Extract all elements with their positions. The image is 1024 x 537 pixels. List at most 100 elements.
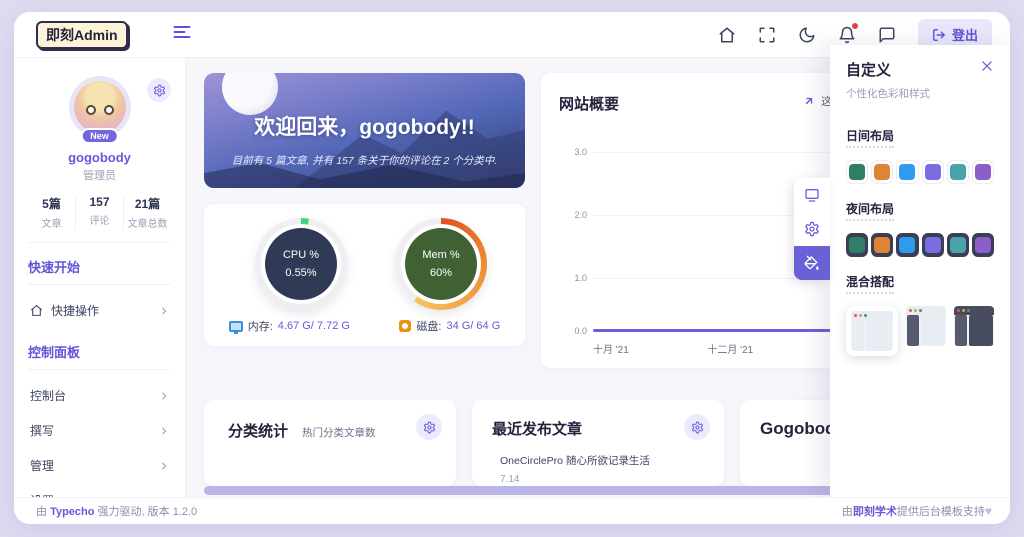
mix-layout-options: [846, 306, 994, 356]
night-swatch-blue[interactable]: [896, 233, 919, 257]
sidebar: New gogobody 管理员 5篇 文章 157 评论 21篇 文章总数 快…: [14, 58, 186, 508]
layout-monitor-button[interactable]: [794, 178, 830, 212]
stat-comments-label: 评论: [89, 216, 110, 227]
category-settings-gear-icon[interactable]: [416, 414, 442, 440]
welcome-banner: 欢迎回来，gogobody!! 目前有 5 篇文章, 并有 157 条关于你的评…: [204, 73, 525, 188]
disk-usage: 磁盘: 34 G/ 64 G: [399, 318, 500, 334]
mix-option-dark[interactable]: [954, 306, 994, 346]
messages-chat-icon[interactable]: [878, 26, 896, 44]
customize-drawer: 自定义 个性化色彩和样式 日间布局 夜间布局 混合搭配: [830, 45, 1010, 497]
notifications-bell-icon[interactable]: [838, 22, 858, 44]
welcome-title: 欢迎回来，gogobody!!: [254, 116, 475, 139]
stat-comments-value: 157: [89, 195, 110, 209]
sidebar-item-label: 控制台: [30, 389, 67, 403]
paint-bucket-button[interactable]: [794, 246, 830, 280]
sidebar-item-console[interactable]: 控制台: [28, 378, 171, 413]
sidebar-item-label: 管理: [30, 459, 55, 473]
day-swatch-green[interactable]: [846, 160, 869, 184]
home-icon[interactable]: [718, 26, 736, 44]
cpu-gauge: CPU % 0.55%: [246, 218, 356, 310]
day-swatch-purple[interactable]: [921, 160, 944, 184]
stat-articles-value: 5篇: [42, 197, 61, 211]
notification-dot: [851, 22, 858, 29]
chevron-right-icon: [159, 426, 169, 436]
y-tick: 0.0: [574, 326, 587, 336]
footer-powered-by: 由 Typecho 强力驱动, 版本 1.2.0: [36, 506, 198, 518]
memory-value: 4.67 G/ 7.72 G: [277, 320, 350, 332]
fullscreen-icon[interactable]: [758, 26, 776, 44]
day-swatch-violet[interactable]: [971, 160, 995, 184]
mix-option-light[interactable]: [846, 306, 898, 356]
y-tick: 1.0: [574, 273, 587, 283]
user-stats: 5篇 文章 157 评论 21篇 文章总数: [28, 195, 171, 243]
recent-post-item[interactable]: OneCirclePro 随心所欲记录生活: [472, 439, 724, 468]
category-card-subtitle: 热门分类文章数: [302, 427, 376, 439]
day-layout-title: 日间布局: [846, 127, 895, 148]
disk-label: 磁盘:: [416, 321, 442, 333]
close-icon[interactable]: [980, 59, 994, 73]
system-monitor-card: CPU % 0.55% Mem % 60% 内存: 4.67 G/ 7.72 G: [204, 204, 525, 346]
arrow-up-right-icon: [803, 95, 815, 107]
section-panel-title: 控制面板: [28, 342, 171, 370]
avatar[interactable]: New: [68, 76, 131, 144]
y-tick: 3.0: [574, 147, 587, 157]
mem-gauge-value: 60%: [429, 267, 453, 279]
section-quickstart-title: 快速开始: [28, 257, 171, 285]
user-role: 管理员: [83, 170, 116, 182]
night-swatch-violet[interactable]: [971, 233, 995, 257]
memory-usage: 内存: 4.67 G/ 7.72 G: [228, 318, 350, 334]
night-swatch-teal[interactable]: [946, 233, 969, 257]
settings-gear-button[interactable]: [794, 212, 830, 246]
stat-articles: 5篇 文章: [28, 195, 75, 230]
day-swatch-teal[interactable]: [946, 160, 969, 184]
disk-value: 34 G/ 64 G: [446, 320, 501, 332]
night-layout-title: 夜间布局: [846, 200, 895, 221]
night-swatch-purple[interactable]: [921, 233, 944, 257]
night-color-swatches: [846, 233, 995, 257]
avatar-image: [73, 81, 126, 133]
heart-icon: ♥: [984, 504, 992, 518]
logout-label: 登出: [951, 28, 978, 43]
recent-post-date: 7.14: [500, 474, 520, 485]
day-swatch-orange[interactable]: [871, 160, 894, 184]
day-color-swatches: [846, 160, 995, 184]
mem-gauge-label: Mem %: [422, 249, 460, 261]
sidebar-item-quick-action[interactable]: 快捷操作: [28, 293, 171, 328]
night-swatch-green[interactable]: [846, 233, 869, 257]
computer-icon: [228, 320, 243, 334]
app-window: 即刻Admin 登出 New gogobody 管理员 5篇 文章 157 评论…: [14, 12, 1010, 524]
footer-template-credit: 由即刻学术提供后台模板支持♥: [841, 504, 992, 518]
drawer-subtitle: 个性化色彩和样式: [846, 88, 930, 100]
welcome-subtitle: 目前有 5 篇文章, 并有 157 条关于你的评论在 2 个分类中.: [231, 155, 498, 167]
category-card-title: 分类统计: [228, 423, 289, 440]
resource-summary: 内存: 4.67 G/ 7.72 G 磁盘: 34 G/ 64 G: [204, 318, 525, 334]
sidebar-item-label: 快捷操作: [51, 304, 100, 318]
disk-icon: [399, 320, 412, 332]
hamburger-menu-icon[interactable]: [172, 22, 192, 47]
moon-image: [222, 73, 278, 115]
y-tick: 2.0: [574, 210, 587, 220]
chevron-right-icon: [159, 461, 169, 471]
app-logo[interactable]: 即刻Admin: [36, 20, 128, 49]
mix-option-dark-sidebar[interactable]: [906, 306, 946, 346]
cpu-gauge-value: 0.55%: [285, 267, 317, 279]
profile-card: New gogobody 管理员: [28, 76, 171, 183]
sidebar-item-label: 撰写: [30, 424, 55, 438]
stat-total-value: 21篇: [134, 197, 161, 211]
stat-total: 21篇 文章总数: [123, 195, 171, 230]
sidebar-item-write[interactable]: 撰写: [28, 413, 171, 448]
home-icon: [30, 304, 43, 317]
profile-settings-gear-icon[interactable]: [147, 78, 171, 102]
stat-articles-label: 文章: [41, 219, 62, 230]
chevron-right-icon: [159, 306, 169, 316]
jikexueshu-link[interactable]: 即刻学术: [853, 506, 897, 518]
sidebar-item-manage[interactable]: 管理: [28, 448, 171, 483]
category-stats-card: 分类统计 热门分类文章数: [204, 400, 456, 486]
recent-settings-gear-icon[interactable]: [684, 414, 710, 440]
night-swatch-orange[interactable]: [871, 233, 894, 257]
dark-mode-moon-icon[interactable]: [798, 26, 816, 44]
typecho-link[interactable]: Typecho: [50, 506, 94, 518]
mem-gauge: Mem % 60%: [386, 218, 496, 310]
day-swatch-blue[interactable]: [896, 160, 919, 184]
footer: 由 Typecho 强力驱动, 版本 1.2.0 由即刻学术提供后台模板支持♥: [14, 497, 1010, 524]
